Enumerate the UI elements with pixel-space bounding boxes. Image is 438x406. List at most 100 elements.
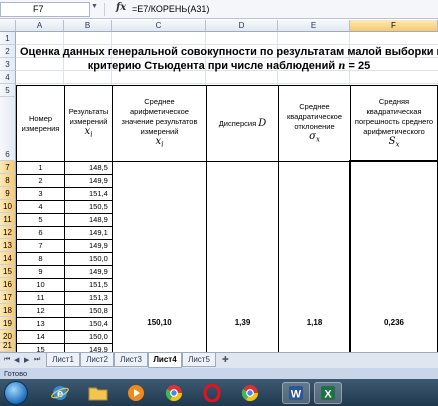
row-header[interactable]: 15 (0, 265, 16, 278)
chrome-icon-2[interactable] (236, 382, 264, 404)
measurement-number: 8 (38, 254, 43, 263)
formula-bar-divider (104, 3, 105, 16)
media-player-icon[interactable] (122, 382, 150, 404)
sheet-title-line-1: Оценка данных генеральной совокупности п… (20, 46, 438, 58)
row-header[interactable]: 12 (0, 226, 16, 239)
column-header-a[interactable]: A (16, 20, 64, 32)
formula-input[interactable]: =E7/КОРЕНЬ(A31) (132, 3, 209, 16)
header-b-subscript: i (90, 130, 93, 139)
row-header[interactable]: 16 (0, 278, 16, 291)
measurement-value: 151,3 (89, 293, 108, 302)
row-header[interactable]: 8 (0, 174, 16, 187)
row-header[interactable]: 21 (0, 341, 16, 352)
next-sheet-icon[interactable]: ▶ (24, 356, 29, 364)
first-sheet-icon[interactable]: ⏮ (4, 356, 10, 364)
measurement-value: 150,4 (89, 319, 108, 328)
formula-bar: F7 ▼ fx =E7/КОРЕНЬ(A31) (0, 0, 438, 19)
svg-text:X: X (324, 389, 332, 401)
variance-value: 1,39 (234, 318, 251, 327)
insert-function-icon[interactable]: fx (116, 2, 126, 13)
header-e-symbol: σ (309, 131, 316, 143)
sheet-title-line-2: критерию Стьюдента при числе наблюдений … (20, 60, 438, 72)
row-header[interactable]: 10 (0, 200, 16, 213)
measurement-value: 149,9 (89, 267, 108, 276)
measurement-number: 1 (38, 163, 43, 172)
row-header[interactable]: 4 (0, 71, 16, 84)
sheet-tab-2[interactable]: Лист2 (80, 353, 114, 367)
column-header-f[interactable]: F (350, 20, 438, 32)
row-header[interactable]: 5 (0, 84, 16, 97)
row-header[interactable]: 3 (0, 58, 16, 71)
header-f-subscript: x (395, 140, 400, 149)
row-header[interactable]: 19 (0, 317, 16, 330)
worksheet-grid[interactable]: Оценка данных генеральной совокупности п… (16, 32, 438, 352)
prev-sheet-icon[interactable]: ◀ (14, 356, 19, 364)
select-all-corner[interactable] (0, 20, 16, 32)
header-d-text: Дисперсия (218, 118, 257, 128)
header-a-text: Номер измерения (21, 113, 60, 133)
measurement-number: 14 (36, 332, 45, 341)
measurement-value: 148,9 (89, 215, 108, 224)
measurement-number: 6 (38, 228, 43, 237)
measurement-number: 4 (38, 202, 43, 211)
row-header[interactable]: 13 (0, 239, 16, 252)
word-icon[interactable]: W (282, 382, 310, 404)
header-c-subscript: i (161, 140, 164, 149)
std-dev-value: 1,18 (306, 318, 323, 327)
measurement-value: 150,5 (89, 202, 108, 211)
header-label-results: Результаты измерений xi (66, 87, 111, 160)
header-f-text: Средняя квадратическая погрешность средн… (354, 97, 434, 137)
status-text: Готово (4, 369, 28, 378)
sheet-tab-bar: ⏮ ◀ ▶ ⏭ Лист1 Лист2 Лист3 Лист4 Лист5 ✚ (0, 352, 438, 368)
header-label-mean: Среднее арифметическое значение результа… (116, 87, 203, 160)
row-header[interactable]: 9 (0, 187, 16, 200)
column-header-b[interactable]: B (64, 20, 112, 32)
measurement-value: 151,5 (89, 280, 108, 289)
column-header-d[interactable]: D (206, 20, 278, 32)
measurement-number: 3 (38, 189, 43, 198)
row-header[interactable]: 2 (0, 45, 16, 58)
measurement-value: 149,9 (89, 176, 108, 185)
measurement-number: 15 (36, 345, 45, 352)
svg-text:W: W (291, 389, 302, 401)
measurement-value: 148,5 (89, 163, 108, 172)
chrome-icon[interactable] (160, 382, 188, 404)
insert-sheet-icon[interactable]: ✚ (222, 355, 229, 364)
sheet-tab-1[interactable]: Лист1 (46, 353, 80, 367)
measurement-value: 149,9 (89, 345, 108, 352)
header-label-number: Номер измерения (18, 87, 63, 160)
row-header[interactable]: 7 (0, 161, 16, 174)
start-button-icon[interactable] (4, 381, 28, 405)
windows-taskbar: e W X (0, 379, 438, 406)
row-header[interactable]: 18 (0, 304, 16, 317)
header-label-variance: Дисперсия D (208, 87, 277, 160)
measurement-value: 149,1 (89, 228, 108, 237)
header-c-text: Среднее арифметическое значение результа… (121, 97, 198, 137)
active-cell-selection[interactable] (349, 160, 438, 352)
header-label-std-err: Средняя квадратическая погрешность средн… (352, 87, 436, 160)
measurement-value: 150,0 (89, 332, 108, 341)
row-header[interactable]: 6 (0, 97, 16, 161)
sheet-tab-5[interactable]: Лист5 (182, 353, 216, 367)
measurement-number: 5 (38, 215, 43, 224)
row-header[interactable]: 11 (0, 213, 16, 226)
row-header[interactable]: 14 (0, 252, 16, 265)
header-d-symbol: D (258, 117, 267, 129)
last-sheet-icon[interactable]: ⏭ (34, 356, 40, 364)
column-header-c[interactable]: C (112, 20, 206, 32)
column-header-e[interactable]: E (278, 20, 350, 32)
name-box-dropdown-icon[interactable]: ▼ (91, 3, 98, 10)
measurement-value: 150,8 (89, 306, 108, 315)
header-e-text: Среднее квадратическое отклонение (286, 102, 343, 132)
folder-icon[interactable] (84, 382, 112, 404)
row-header[interactable]: 17 (0, 291, 16, 304)
sheet-tab-4[interactable]: Лист4 (148, 353, 182, 368)
header-b-text: Результаты измерений (68, 107, 109, 127)
row-header[interactable]: 1 (0, 32, 16, 45)
name-box[interactable]: F7 (0, 2, 90, 17)
sheet-tab-3[interactable]: Лист3 (114, 353, 148, 367)
measurement-number: 12 (36, 306, 45, 315)
excel-icon[interactable]: X (314, 382, 342, 404)
opera-icon[interactable] (198, 382, 226, 404)
ie-icon[interactable]: e (46, 382, 74, 404)
